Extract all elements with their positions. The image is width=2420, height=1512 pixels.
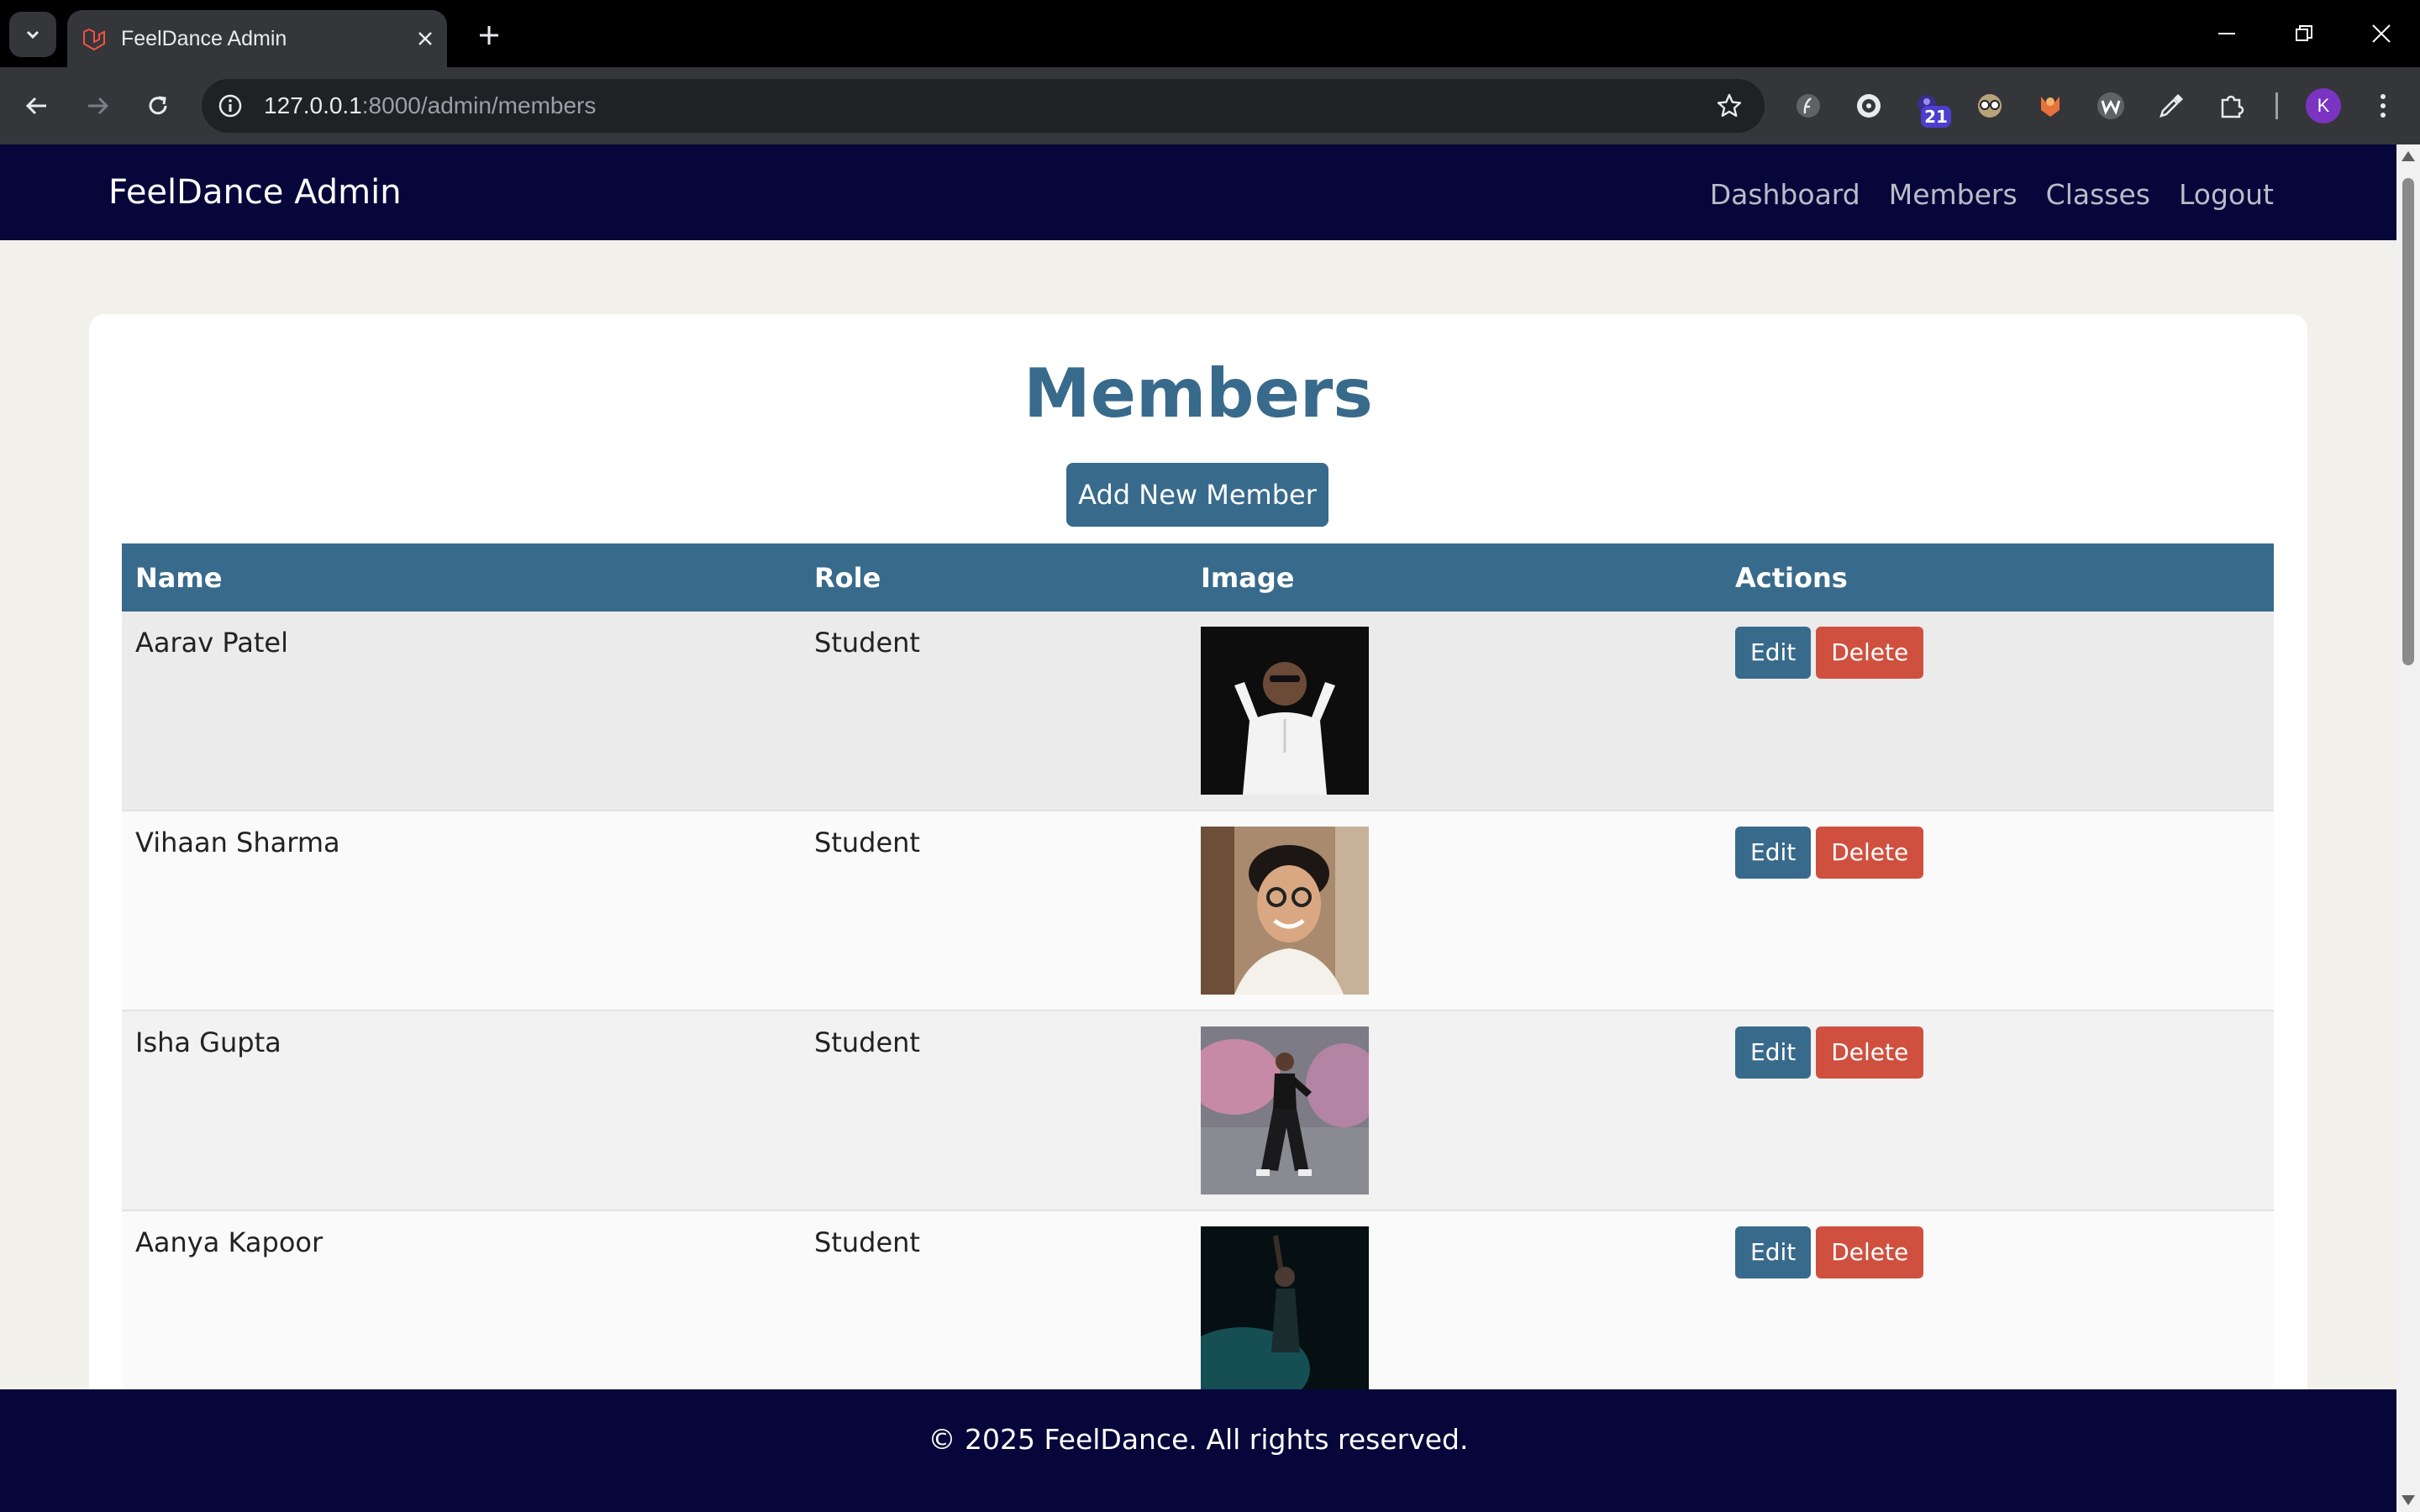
- arrow-right-icon: [88, 97, 109, 115]
- member-name: Aanya Kapoor: [122, 1210, 801, 1411]
- back-button[interactable]: [17, 86, 57, 126]
- edit-button[interactable]: Edit: [1735, 627, 1812, 679]
- extension-badge-count: 21: [1921, 106, 1951, 128]
- site-nav: Dashboard Members Classes Logout: [1710, 178, 2274, 211]
- delete-button[interactable]: Delete: [1816, 627, 1924, 679]
- edit-button[interactable]: Edit: [1735, 827, 1812, 879]
- members-table: Name Role Image Actions Aarav Patel Stud…: [122, 543, 2274, 1411]
- minimize-icon: [2218, 33, 2235, 34]
- member-role: Student: [801, 1210, 1187, 1411]
- close-window-button[interactable]: [2358, 13, 2405, 54]
- header-name: Name: [122, 543, 801, 612]
- plus-icon: [480, 26, 498, 45]
- members-card: Members Add New Member Name Role Image A…: [89, 314, 2307, 1512]
- member-role: Student: [801, 1011, 1187, 1211]
- header-role: Role: [801, 543, 1187, 612]
- new-tab-button[interactable]: [471, 17, 508, 54]
- page-viewport: FeelDance Admin Dashboard Members Classe…: [0, 144, 2396, 1512]
- delete-button[interactable]: Delete: [1816, 827, 1924, 879]
- edit-button[interactable]: Edit: [1735, 1226, 1812, 1278]
- close-tab-icon[interactable]: [410, 24, 440, 54]
- forward-button[interactable]: [77, 86, 118, 126]
- extension-fox-icon[interactable]: [2032, 87, 2069, 124]
- table-row: Isha Gupta Student Edit Delete: [122, 1011, 2274, 1211]
- browser-tab-active[interactable]: FeelDance Admin: [67, 10, 447, 67]
- site-header: FeelDance Admin Dashboard Members Classe…: [0, 144, 2396, 240]
- delete-button[interactable]: Delete: [1816, 1226, 1924, 1278]
- restore-window-button[interactable]: [2281, 13, 2328, 54]
- extension-w-icon[interactable]: [2092, 87, 2129, 124]
- arrow-left-icon: [25, 97, 46, 115]
- member-photo: [1201, 827, 1369, 995]
- tab-title: FeelDance Admin: [121, 27, 287, 50]
- nav-dashboard[interactable]: Dashboard: [1710, 178, 1860, 211]
- site-info-icon[interactable]: [212, 87, 249, 124]
- minimize-window-button[interactable]: [2203, 13, 2250, 54]
- table-row: Aarav Patel Student Edit Delete: [122, 612, 2274, 811]
- eyedropper-icon[interactable]: [2153, 87, 2190, 124]
- scrollbar-thumb[interactable]: [2402, 178, 2414, 665]
- close-icon: [2372, 24, 2391, 43]
- member-name: Isha Gupta: [122, 1011, 801, 1211]
- member-name: Aarav Patel: [122, 612, 801, 811]
- table-row: Vihaan Sharma Student Edit Delete: [122, 811, 2274, 1011]
- extension-glasses-icon[interactable]: [1971, 87, 2008, 124]
- browser-titlebar: FeelDance Admin: [0, 0, 2420, 67]
- extension-globe-icon[interactable]: [1850, 87, 1887, 124]
- member-name: Vihaan Sharma: [122, 811, 801, 1011]
- nav-classes[interactable]: Classes: [2046, 178, 2150, 211]
- reload-button[interactable]: [138, 86, 178, 126]
- address-url[interactable]: 127.0.0.1:8000/admin/members: [264, 92, 596, 119]
- edit-button[interactable]: Edit: [1735, 1026, 1812, 1079]
- scroll-down-arrow-icon[interactable]: [2402, 1495, 2415, 1505]
- extensions-puzzle-icon[interactable]: [2213, 87, 2250, 124]
- add-new-member-button[interactable]: Add New Member: [1066, 463, 1328, 527]
- address-bar[interactable]: 127.0.0.1:8000/admin/members: [202, 79, 1765, 133]
- nav-logout[interactable]: Logout: [2179, 178, 2274, 211]
- chevron-down-icon: [26, 30, 39, 39]
- delete-button[interactable]: Delete: [1816, 1026, 1924, 1079]
- header-actions: Actions: [1722, 543, 2274, 612]
- table-header-row: Name Role Image Actions: [122, 543, 2274, 612]
- page-scrollbar[interactable]: [2396, 144, 2420, 1512]
- scroll-up-arrow-icon[interactable]: [2402, 151, 2415, 161]
- member-photo: [1201, 1026, 1369, 1194]
- restore-icon: [2296, 25, 2312, 41]
- site-footer: © 2025 FeelDance. All rights reserved.: [0, 1389, 2396, 1512]
- header-image: Image: [1187, 543, 1722, 612]
- tab-search-button[interactable]: [9, 12, 56, 57]
- bookmark-star-icon[interactable]: [1712, 89, 1746, 123]
- page-title: Members: [1023, 354, 1373, 433]
- site-brand[interactable]: FeelDance Admin: [108, 173, 402, 212]
- url-path: :8000/admin/members: [361, 92, 597, 118]
- member-photo: [1201, 1226, 1369, 1394]
- member-role: Student: [801, 612, 1187, 811]
- more-menu-icon[interactable]: [2365, 87, 2402, 124]
- laravel-favicon-icon: [83, 28, 105, 51]
- profile-avatar[interactable]: K: [2306, 88, 2341, 123]
- extension-feather-icon[interactable]: [1790, 87, 1827, 124]
- table-row: Aanya Kapoor Student Edit Delete: [122, 1210, 2274, 1411]
- nav-members[interactable]: Members: [1889, 178, 2018, 211]
- member-role: Student: [801, 811, 1187, 1011]
- toolbar-divider: [2275, 92, 2278, 119]
- reload-icon: [149, 96, 167, 115]
- footer-copyright: © 2025 FeelDance. All rights reserved.: [928, 1423, 1469, 1456]
- member-photo: [1201, 627, 1369, 795]
- url-host: 127.0.0.1: [264, 92, 362, 118]
